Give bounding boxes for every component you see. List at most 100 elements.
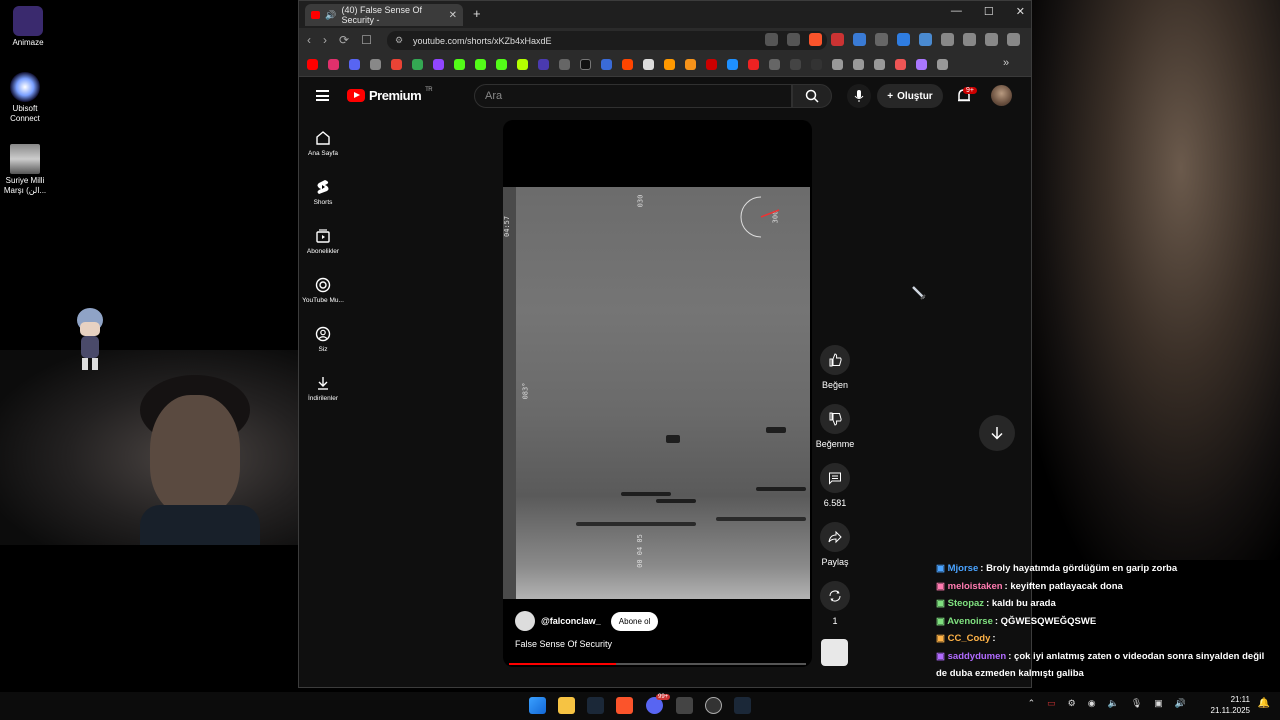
dislike-button[interactable]: Beğenme [811,404,859,449]
bookmarks-overflow-icon[interactable]: » [1003,57,1009,69]
bookmark-icon[interactable] [517,59,528,70]
extensions-puzzle-icon[interactable] [941,33,954,46]
site-info-icon[interactable]: ⚙ [395,35,403,46]
user-avatar[interactable] [991,85,1012,106]
bookmark-icon[interactable] [895,59,906,70]
chat-username[interactable]: meloistaken [948,581,1003,592]
bookmark-twitch-icon[interactable] [433,59,444,70]
bookmark-icon[interactable] [748,59,759,70]
sidebar-item-subscriptions[interactable]: Abonelikler [299,228,347,255]
bookmark-kick-icon[interactable] [454,59,465,70]
tray-speaker-icon[interactable]: 🔈 [1108,698,1119,709]
brave-browser-icon[interactable] [616,697,633,714]
notification-center-icon[interactable]: 🔔 [1258,698,1270,709]
short-video-player[interactable]: 04:57 030 300 083° 00 04 05 [503,187,810,599]
steam-icon[interactable] [587,697,604,714]
taskbar-clock[interactable]: 21:11 21.11.2025 [1211,694,1250,716]
bookmark-icon[interactable] [706,59,717,70]
like-button[interactable]: Beğen [811,345,859,390]
bookmark-gmail-icon[interactable] [391,59,402,70]
windows-start-icon[interactable] [529,697,546,714]
url-field[interactable]: ⚙ youtube.com/shorts/xKZb4xHaxdE [387,31,827,50]
chat-username[interactable]: Steopaz [948,598,984,609]
new-tab-button[interactable]: + [473,6,481,21]
sidebar-item-home[interactable]: Ana Sayfa [299,130,347,157]
bookmark-icon[interactable] [538,59,549,70]
short-title[interactable]: False Sense Of Security [515,639,612,649]
extension-icon[interactable] [831,33,844,46]
bookmark-amazon-icon[interactable] [664,59,675,70]
bookmark-icon[interactable] [349,59,360,70]
bookmark-instagram-icon[interactable] [328,59,339,70]
bookmark-icon[interactable] [937,59,948,70]
sidebar-item-shorts[interactable]: Shorts [299,179,347,206]
share-icon[interactable] [787,33,800,46]
extension-icon[interactable] [853,33,866,46]
tray-steam-icon[interactable]: ◉ [1088,698,1096,709]
extension-icon[interactable] [875,33,888,46]
sound-thumbnail[interactable] [821,639,848,666]
bookmark-drive-icon[interactable] [412,59,423,70]
steam-app-icon[interactable] [734,697,751,714]
desktop-icon-animaze[interactable]: Animaze [0,6,56,48]
short-video-card[interactable]: 04:57 030 300 083° 00 04 05 @falconclaw_… [503,120,812,667]
sidebar-item-youtube-music[interactable]: YouTube Mu... [299,277,347,304]
chat-username[interactable]: Mjorse [948,563,979,574]
chat-username[interactable]: saddydumen [948,651,1007,662]
screenshot-icon[interactable] [963,33,976,46]
tray-app-icon[interactable]: ▭ [1047,698,1056,709]
bookmark-icon[interactable] [916,59,927,70]
search-button[interactable] [792,84,832,108]
forward-button[interactable]: › [323,33,327,47]
tray-chevron-icon[interactable]: ⌃ [1028,698,1036,709]
bookmark-icon[interactable] [811,59,822,70]
bookmark-icon[interactable] [769,59,780,70]
bookmark-icon[interactable] [643,59,654,70]
bookmark-icon[interactable] [874,59,885,70]
tray-volume-icon[interactable]: 🔊 [1175,698,1186,709]
menu-icon[interactable] [316,90,329,101]
next-short-button[interactable] [979,415,1015,451]
minimize-button[interactable]: — [951,5,962,18]
desktop-icon-suriye[interactable]: Suriye Milli Marşı (الن... [0,144,53,196]
create-button[interactable]: + Oluştur [877,84,943,108]
reload-button[interactable]: ⟳ [339,33,349,47]
bookmark-icon[interactable] [370,59,381,70]
sidebar-item-you[interactable]: Siz [299,326,347,353]
search-input[interactable]: Ara [474,84,792,108]
brave-shield-icon[interactable] [809,33,822,46]
maximize-button[interactable]: ☐ [984,5,994,18]
comments-button[interactable]: 6.581 [811,463,859,508]
menu-icon[interactable] [1007,33,1020,46]
bookmark-kick-icon[interactable] [475,59,486,70]
tray-microphone-icon[interactable]: 🎙 [1131,698,1142,709]
media-icon[interactable] [985,33,998,46]
close-window-button[interactable]: ✕ [1016,5,1025,18]
bookmark-icon[interactable] [727,59,738,70]
browser-tab[interactable]: 🔊 (40) False Sense Of Security - ✕ [305,4,463,26]
remix-button[interactable]: 1 [811,581,859,626]
chat-username[interactable]: CC_Cody [948,633,991,644]
sidebar-item-downloads[interactable]: İndirilenler [299,375,347,402]
file-explorer-icon[interactable] [558,697,575,714]
obs-icon[interactable] [705,697,722,714]
cast-icon[interactable] [765,33,778,46]
bookmark-icon[interactable] [790,59,801,70]
extension-icon[interactable] [919,33,932,46]
chat-username[interactable]: Avenoirse [947,616,993,627]
channel-name[interactable]: @falconclaw_ [541,616,601,626]
bookmark-icon[interactable] [601,59,612,70]
extension-icon[interactable] [897,33,910,46]
close-tab-icon[interactable]: ✕ [449,10,457,21]
subscribe-button[interactable]: Abone ol [610,611,659,631]
bookmark-icon[interactable] [559,59,570,70]
bookmark-reddit-icon[interactable] [622,59,633,70]
bookmark-kick-icon[interactable] [496,59,507,70]
channel-avatar[interactable] [515,611,535,631]
bookmark-icon[interactable] [853,59,864,70]
bookmark-youtube-icon[interactable] [307,59,318,70]
tray-app-icon[interactable]: ⚙ [1068,698,1076,709]
bookmark-icon[interactable] [832,59,843,70]
bookmark-icon[interactable]: ☐ [361,33,372,47]
app-icon[interactable] [676,697,693,714]
